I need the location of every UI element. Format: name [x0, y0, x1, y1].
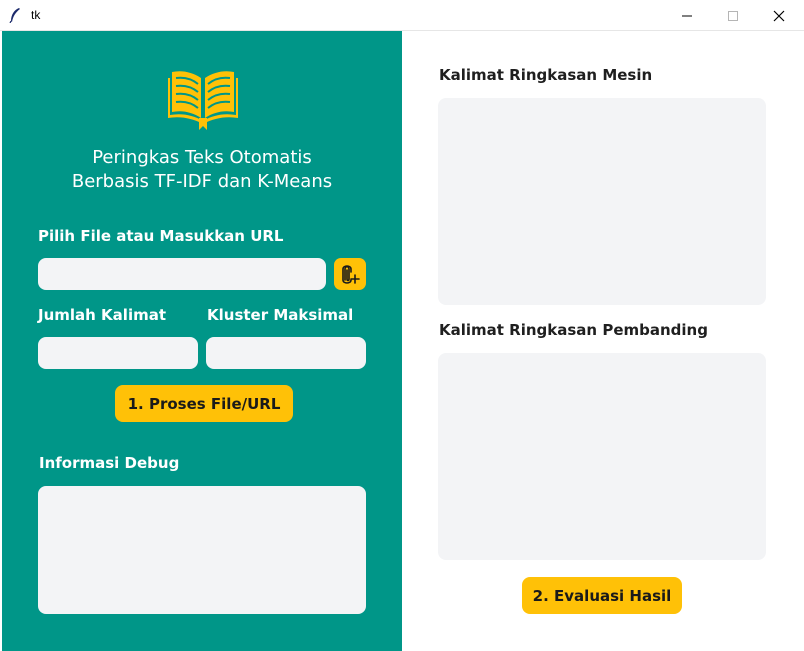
window-title: tk — [31, 8, 41, 22]
file-url-input[interactable] — [38, 258, 326, 290]
max-cluster-label: Kluster Maksimal — [207, 306, 354, 324]
reference-summary-label: Kalimat Ringkasan Pembanding — [439, 321, 708, 339]
maximize-icon — [728, 10, 738, 21]
minimize-icon — [682, 15, 692, 16]
app-title: Peringkas Teks Otomatis Berbasis TF-IDF … — [2, 146, 402, 194]
debug-info-textbox[interactable] — [38, 486, 366, 614]
evaluate-results-button[interactable]: 2. Evaluasi Hasil — [522, 577, 682, 614]
machine-summary-label: Kalimat Ringkasan Mesin — [439, 66, 653, 84]
debug-info-label: Informasi Debug — [39, 454, 180, 472]
reference-summary-textbox[interactable] — [438, 353, 766, 560]
minimize-button[interactable] — [664, 0, 710, 31]
app-title-line2: Berbasis TF-IDF dan K-Means — [71, 171, 333, 192]
max-cluster-input[interactable] — [206, 337, 366, 369]
left-panel: Peringkas Teks Otomatis Berbasis TF-IDF … — [2, 31, 402, 651]
window-titlebar: tk — [0, 0, 804, 31]
close-button[interactable] — [756, 0, 802, 31]
browse-file-button[interactable] — [334, 258, 366, 290]
process-file-url-button[interactable]: 1. Proses File/URL — [115, 385, 293, 422]
sentence-count-label: Jumlah Kalimat — [38, 306, 167, 324]
maximize-button[interactable] — [710, 0, 756, 31]
feather-icon — [9, 8, 20, 23]
file-url-label: Pilih File atau Masukkan URL — [38, 227, 284, 245]
attach-file-icon — [342, 265, 360, 284]
machine-summary-textbox[interactable] — [438, 98, 766, 305]
app-title-line1: Peringkas Teks Otomatis — [92, 147, 312, 168]
close-icon — [773, 10, 785, 21]
sentence-count-input[interactable] — [38, 337, 198, 369]
book-icon — [168, 71, 238, 130]
